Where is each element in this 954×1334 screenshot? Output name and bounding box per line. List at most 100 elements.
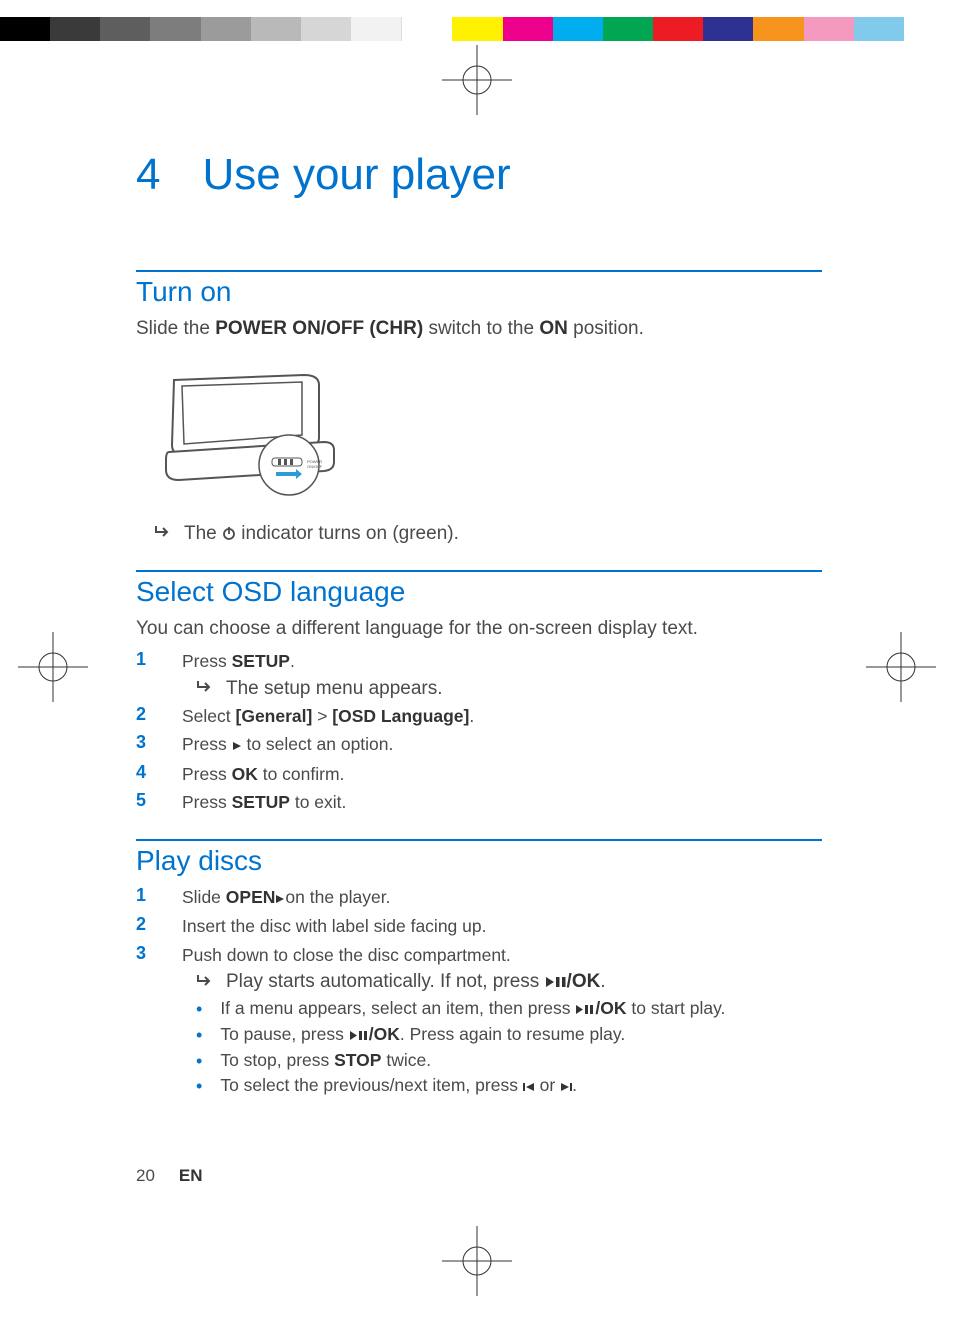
result-arrow-icon	[196, 678, 214, 700]
text: to start play.	[627, 998, 726, 1018]
section-heading-play: Play discs	[136, 845, 822, 877]
text: .	[469, 706, 474, 726]
bullet-icon: •	[196, 1000, 202, 1018]
section-rule	[136, 270, 822, 272]
step-num: 1	[136, 649, 150, 670]
bullet-icon: •	[196, 1026, 202, 1044]
text: The indicator turns on (green).	[184, 523, 459, 546]
step-num: 3	[136, 732, 150, 753]
svg-text:ON/OFF: ON/OFF	[307, 464, 323, 469]
text: The setup menu appears.	[226, 678, 443, 700]
registration-mark-top	[442, 45, 512, 115]
result-arrow-icon	[196, 972, 214, 994]
text: to confirm.	[258, 764, 345, 784]
bold-text: /OK	[567, 971, 601, 992]
chapter-title: Use your player	[202, 150, 510, 200]
bold-text: SETUP	[232, 792, 290, 812]
step-body: Press SETUP to exit.	[182, 790, 822, 815]
step-num: 1	[136, 885, 150, 906]
play-pause-icon	[545, 972, 567, 994]
bold-text: [OSD Language]	[332, 706, 469, 726]
step-body: Push down to close the disc compartment.	[182, 943, 822, 968]
text: Slide the	[136, 318, 215, 339]
page-language: EN	[179, 1166, 203, 1186]
text: Play starts automatically. If not, press…	[226, 971, 606, 994]
next-track-icon	[560, 1076, 572, 1097]
turn-on-intro: Slide the POWER ON/OFF (CHR) switch to t…	[136, 316, 822, 342]
step-body: Press SETUP.	[182, 649, 822, 674]
text: If a menu appears, select an item, then …	[220, 998, 725, 1020]
step-2: 2 Select [General] > [OSD Language].	[136, 704, 822, 729]
registration-mark-bottom	[442, 1226, 512, 1296]
text: >	[312, 706, 332, 726]
text: on the player.	[285, 887, 390, 907]
chapter-heading: 4 Use your player	[136, 150, 822, 200]
step-4: 4 Press OK to confirm.	[136, 762, 822, 787]
bullet-stop: • To stop, press STOP twice.	[196, 1050, 822, 1071]
step-num: 5	[136, 790, 150, 811]
bold-text: /OK	[369, 1024, 400, 1044]
text: Play starts automatically. If not, press	[226, 971, 545, 992]
text: indicator turns on (green).	[236, 523, 459, 544]
section-rule	[136, 570, 822, 572]
text: to exit.	[290, 792, 346, 812]
result-indicator-on: The indicator turns on (green).	[154, 523, 822, 546]
step-5: 5 Press SETUP to exit.	[136, 790, 822, 815]
page-content: 4 Use your player Turn on Slide the POWE…	[136, 150, 822, 1121]
section-osd: Select OSD language You can choose a dif…	[136, 570, 822, 815]
result-arrow-icon	[154, 523, 172, 545]
bullet-icon: •	[196, 1077, 202, 1095]
play-step-3-result: Play starts automatically. If not, press…	[196, 971, 822, 994]
text: twice.	[381, 1050, 431, 1070]
text: Press	[182, 734, 232, 754]
power-icon	[222, 524, 236, 546]
step-num: 4	[136, 762, 150, 783]
page-footer: 20 EN	[136, 1166, 203, 1186]
text: .	[600, 971, 605, 992]
step-1-result: The setup menu appears.	[196, 678, 822, 700]
text: To pause, press /OK. Press again to resu…	[220, 1024, 625, 1046]
color-calibration-bar	[0, 17, 954, 41]
step-body: Insert the disc with label side facing u…	[182, 914, 822, 939]
text: .	[290, 651, 295, 671]
section-turn-on: Turn on Slide the POWER ON/OFF (CHR) swi…	[136, 270, 822, 546]
text: Press	[182, 792, 232, 812]
bullet-pause: • To pause, press /OK. Press again to re…	[196, 1024, 822, 1046]
chapter-number: 4	[136, 150, 160, 200]
text: Press	[182, 651, 232, 671]
text: To stop, press STOP twice.	[220, 1050, 431, 1071]
step-body: Press OK to confirm.	[182, 762, 822, 787]
bold-text: SETUP	[232, 651, 290, 671]
text: switch to the	[423, 318, 539, 339]
step-num: 3	[136, 943, 150, 964]
osd-intro: You can choose a different language for …	[136, 616, 822, 642]
play-pause-icon	[575, 999, 595, 1020]
registration-mark-left	[18, 632, 88, 702]
bullet-prev-next: • To select the previous/next item, pres…	[196, 1075, 822, 1097]
bullet-icon: •	[196, 1052, 202, 1070]
text: .	[572, 1075, 577, 1095]
play-icon	[232, 733, 242, 758]
step-body: Select [General] > [OSD Language].	[182, 704, 822, 729]
registration-mark-right	[866, 632, 936, 702]
play-step-1: 1 Slide OPENon the player.	[136, 885, 822, 911]
bold-text: STOP	[334, 1050, 381, 1070]
text: position.	[568, 318, 644, 339]
bold-text: /OK	[595, 998, 626, 1018]
play-icon	[275, 886, 285, 911]
text: If a menu appears, select an item, then …	[220, 998, 575, 1018]
step-body: Press to select an option.	[182, 732, 822, 758]
text: or	[535, 1075, 560, 1095]
step-num: 2	[136, 704, 150, 725]
bold-text: ON	[539, 318, 568, 339]
play-step-2: 2 Insert the disc with label side facing…	[136, 914, 822, 939]
text: To pause, press	[220, 1024, 348, 1044]
player-illustration: POWER ON/OFF	[154, 360, 364, 505]
text: To select the previous/next item, press	[220, 1075, 523, 1095]
section-heading-osd: Select OSD language	[136, 576, 822, 608]
text: The	[184, 523, 222, 544]
text: . Press again to resume play.	[400, 1024, 625, 1044]
step-body: Slide OPENon the player.	[182, 885, 822, 911]
bold-text: [General]	[236, 706, 313, 726]
text: Slide	[182, 887, 226, 907]
